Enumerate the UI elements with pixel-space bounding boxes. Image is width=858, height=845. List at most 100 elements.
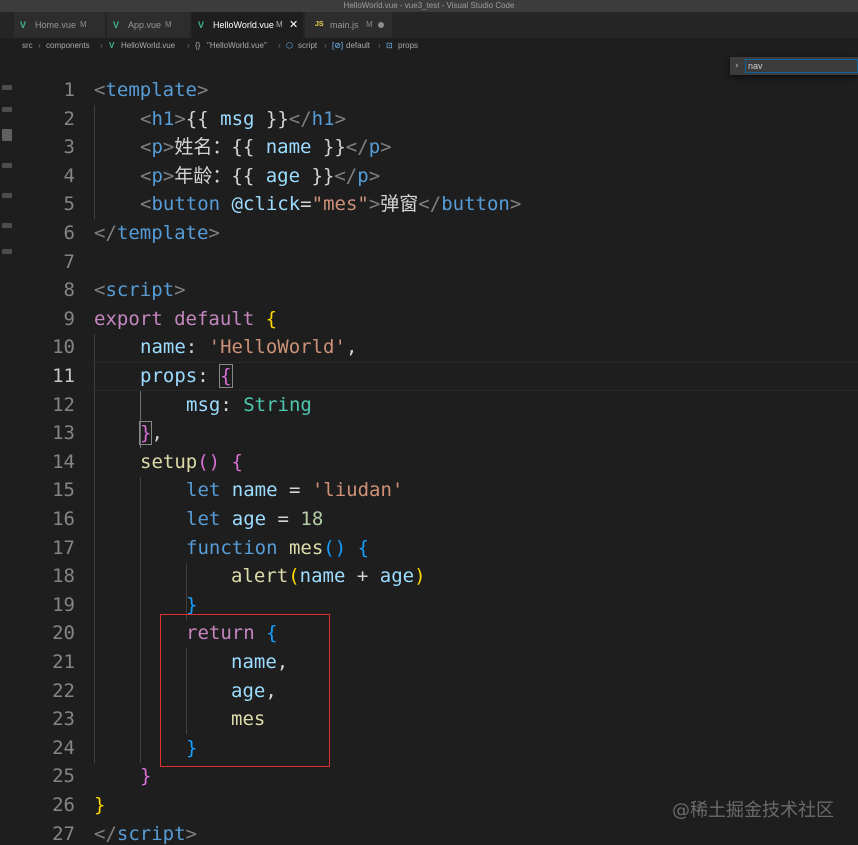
line-number: 20 bbox=[52, 622, 75, 645]
vue-file-icon: V bbox=[113, 20, 120, 30]
line-number: 11 bbox=[52, 365, 75, 387]
line-number: 13 bbox=[52, 422, 75, 445]
modified-indicator: M bbox=[276, 20, 283, 29]
line-number: 1 bbox=[63, 79, 75, 101]
line-number: 15 bbox=[52, 479, 75, 502]
line-number: 6 bbox=[63, 222, 75, 244]
code-line: 17 function mes() { bbox=[0, 534, 858, 563]
breadcrumb-separator: › bbox=[378, 41, 381, 50]
code-line: 1 <template> bbox=[0, 76, 858, 105]
code-line: 10 name: 'HelloWorld', bbox=[0, 333, 858, 362]
code-line: 3 <p>姓名：{{ name }}</p> bbox=[0, 133, 858, 162]
line-number: 14 bbox=[52, 450, 75, 473]
line-number: 24 bbox=[52, 736, 75, 759]
code-text: <p>年龄：{{ age }}</p> bbox=[140, 164, 381, 187]
line-number: 9 bbox=[63, 307, 75, 330]
breadcrumb-item-props[interactable]: props bbox=[398, 38, 418, 53]
code-line: 21 name, bbox=[0, 648, 858, 677]
highlight-annotation-box bbox=[160, 614, 330, 767]
code-text: alert(name + age) bbox=[231, 565, 426, 588]
symbol-variable-icon: [⊘] bbox=[332, 41, 344, 50]
breadcrumb-item-default[interactable]: default bbox=[346, 38, 370, 53]
breadcrumb-separator: › bbox=[38, 41, 41, 50]
modified-indicator: M bbox=[80, 20, 87, 29]
code-line: 2 <h1>{{ msg }}</h1> bbox=[0, 105, 858, 134]
code-text: name: 'HelloWorld', bbox=[140, 336, 358, 359]
close-icon[interactable]: ✕ bbox=[289, 12, 298, 38]
code-line: 24 } bbox=[0, 734, 858, 763]
line-number: 26 bbox=[52, 794, 75, 816]
code-line: 6 </template> bbox=[0, 219, 858, 248]
vue-file-icon: V bbox=[109, 41, 115, 50]
code-text: <button @click="mes">弹窗</button> bbox=[140, 193, 522, 216]
line-number: 12 bbox=[52, 393, 75, 416]
editor-tab-bar: V Home.vue M V App.vue M V HelloWorld.vu… bbox=[0, 12, 858, 38]
code-line-current: 11 props: { bbox=[0, 362, 858, 391]
tab-label: Home.vue bbox=[35, 20, 77, 30]
code-text: function mes() { bbox=[186, 536, 370, 559]
line-number: 8 bbox=[63, 279, 75, 302]
code-text: }, bbox=[138, 421, 163, 446]
line-number: 22 bbox=[52, 679, 75, 702]
breadcrumb-separator: › bbox=[100, 41, 103, 50]
chevron-right-icon[interactable]: › bbox=[735, 57, 739, 75]
line-number: 2 bbox=[63, 107, 75, 130]
code-text: <template> bbox=[94, 79, 209, 101]
code-line: 14 setup() { bbox=[0, 448, 858, 477]
modified-indicator: M bbox=[165, 20, 172, 29]
breadcrumb-item-components[interactable]: components bbox=[46, 38, 90, 53]
tab-label: HelloWorld.vue bbox=[213, 20, 274, 30]
code-text: </template> bbox=[94, 222, 220, 244]
code-editor[interactable]: 1 <template> 2 <h1>{{ msg }}</h1> 3 <p>姓… bbox=[0, 76, 858, 845]
line-number: 21 bbox=[52, 651, 75, 673]
line-number: 18 bbox=[52, 565, 75, 588]
code-line: 18 alert(name + age) bbox=[0, 562, 858, 591]
watermark: @稀土掘金技术社区 bbox=[672, 800, 834, 821]
code-text: let name = 'liudan' bbox=[186, 479, 404, 502]
vue-file-icon: V bbox=[20, 20, 27, 30]
unsaved-dot-icon bbox=[378, 22, 384, 28]
line-number: 4 bbox=[63, 164, 75, 187]
vue-file-icon: V bbox=[198, 20, 205, 30]
line-number: 23 bbox=[52, 708, 75, 731]
code-line: 19 } bbox=[0, 591, 858, 620]
title-bar: HelloWorld.vue - vue3_test - Visual Stud… bbox=[0, 0, 858, 12]
line-number: 17 bbox=[52, 536, 75, 559]
breadcrumb-item-file[interactable]: HelloWorld.vue bbox=[121, 38, 175, 53]
breadcrumb-item-script[interactable]: script bbox=[298, 38, 317, 53]
tab-home-vue[interactable]: V Home.vue M bbox=[14, 12, 106, 38]
tab-app-vue[interactable]: V App.vue M bbox=[107, 12, 191, 38]
find-input[interactable]: nav bbox=[745, 59, 858, 73]
line-number: 3 bbox=[63, 136, 75, 159]
code-line: 15 let name = 'liudan' bbox=[0, 476, 858, 505]
code-line: 16 let age = 18 bbox=[0, 505, 858, 534]
code-text: } bbox=[94, 794, 106, 816]
code-text: } bbox=[140, 765, 152, 788]
code-text: <script> bbox=[94, 279, 186, 302]
line-number: 5 bbox=[63, 193, 75, 216]
code-text: let age = 18 bbox=[186, 508, 324, 530]
breadcrumb-separator: › bbox=[278, 41, 281, 50]
code-text: props: { bbox=[140, 364, 233, 388]
code-line: 20 return { bbox=[0, 619, 858, 648]
symbol-class-icon: ⬡ bbox=[286, 41, 293, 50]
line-number: 27 bbox=[52, 822, 75, 845]
breadcrumb-separator: › bbox=[187, 41, 190, 50]
breadcrumb-item-module[interactable]: "HelloWorld.vue" bbox=[207, 38, 267, 53]
line-number: 10 bbox=[52, 336, 75, 359]
symbol-field-icon: ⊡ bbox=[386, 41, 393, 50]
line-number: 25 bbox=[52, 765, 75, 788]
line-number: 19 bbox=[52, 593, 75, 616]
breadcrumb-separator: › bbox=[324, 41, 327, 50]
breadcrumb: src › components › V HelloWorld.vue › {}… bbox=[0, 38, 858, 53]
tab-label: App.vue bbox=[128, 20, 162, 30]
code-line: 23 mes bbox=[0, 705, 858, 734]
breadcrumb-item-src[interactable]: src bbox=[22, 38, 33, 53]
code-text: msg: String bbox=[186, 393, 312, 416]
code-text: export default { bbox=[94, 307, 278, 330]
tab-main-js[interactable]: JS main.js M bbox=[305, 12, 393, 38]
code-text: <p>姓名：{{ name }}</p> bbox=[140, 136, 392, 159]
code-line: 22 age, bbox=[0, 677, 858, 706]
tab-helloworld-vue[interactable]: V HelloWorld.vue M ✕ bbox=[192, 12, 304, 38]
code-line: 12 msg: String bbox=[0, 391, 858, 420]
